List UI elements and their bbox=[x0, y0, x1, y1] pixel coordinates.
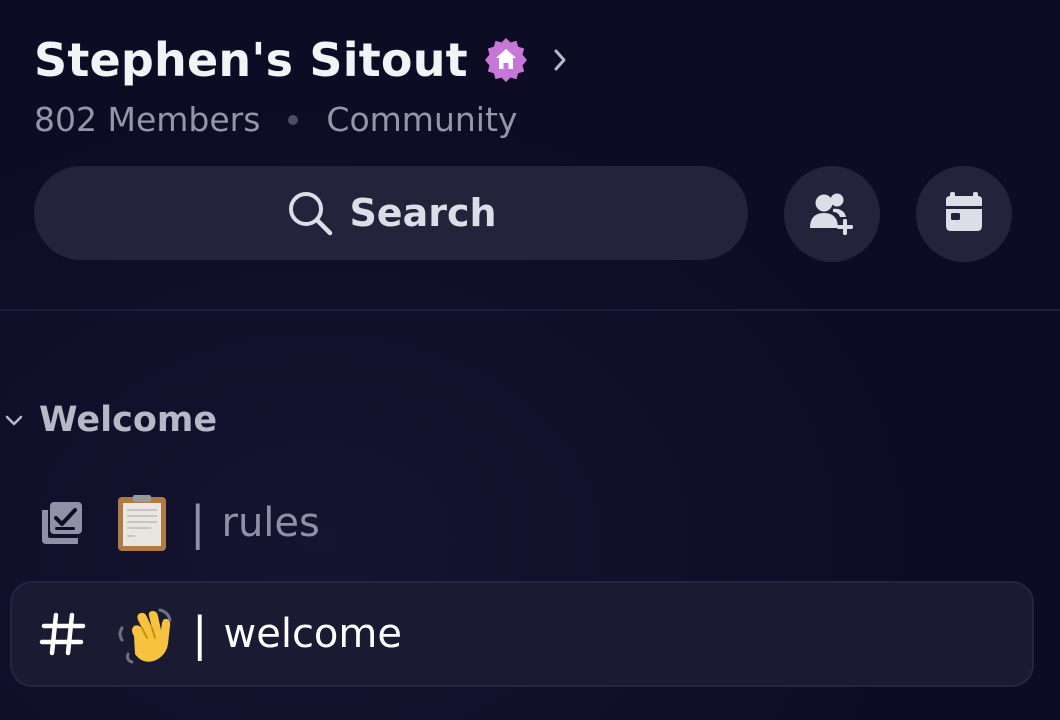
channel-separator: | bbox=[192, 607, 208, 661]
channel-welcome[interactable]: | welcome bbox=[10, 581, 1034, 687]
server-meta: 802 Members Community bbox=[34, 100, 1060, 139]
server-title-row[interactable]: Stephen's Sitout bbox=[34, 30, 1060, 90]
events-button[interactable] bbox=[916, 166, 1012, 262]
server-type: Community bbox=[326, 100, 518, 139]
channel-name: welcome bbox=[223, 611, 402, 657]
server-header[interactable]: Stephen's Sitout 802 Members Community bbox=[34, 30, 1060, 139]
waving-hand-emoji-icon bbox=[116, 606, 172, 664]
calendar-icon bbox=[940, 188, 988, 240]
community-home-badge-icon bbox=[482, 36, 530, 84]
search-icon bbox=[285, 188, 335, 238]
clipboard-emoji-icon bbox=[114, 495, 170, 551]
invite-members-button[interactable] bbox=[784, 166, 880, 262]
add-member-icon bbox=[806, 186, 858, 242]
category-label: Welcome bbox=[39, 400, 218, 440]
channel-rules[interactable]: | rules bbox=[10, 480, 1034, 566]
meta-separator-dot bbox=[288, 114, 299, 125]
channel-separator: | bbox=[190, 496, 206, 550]
search-button[interactable]: Search bbox=[34, 166, 748, 260]
chevron-down-icon bbox=[3, 409, 25, 431]
rules-checkbox-icon bbox=[36, 498, 86, 548]
header-divider bbox=[0, 309, 1060, 311]
channel-name: rules bbox=[221, 500, 320, 546]
chevron-right-icon[interactable] bbox=[550, 47, 570, 73]
server-actions: Search bbox=[34, 166, 1024, 262]
hash-icon bbox=[38, 609, 88, 659]
category-welcome[interactable]: Welcome bbox=[0, 390, 217, 450]
member-count: 802 Members bbox=[34, 100, 261, 139]
server-name[interactable]: Stephen's Sitout bbox=[34, 33, 468, 87]
search-label: Search bbox=[349, 191, 497, 235]
